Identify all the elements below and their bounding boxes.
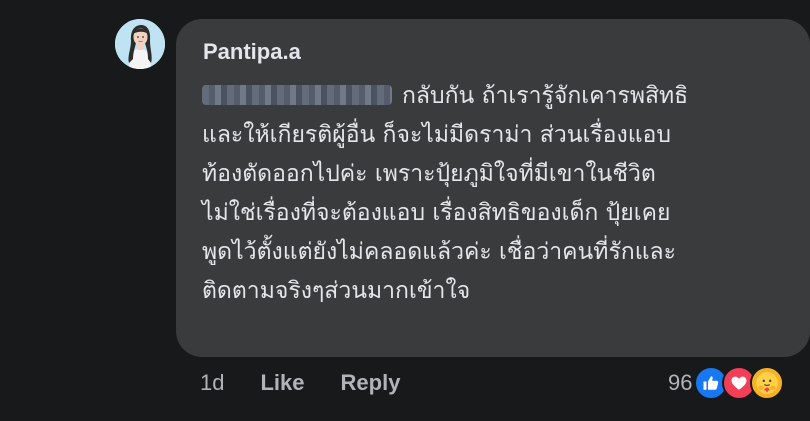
comment-line-text: กลับกัน ถ้าเรารู้จักเคารพสิทธิ — [402, 83, 689, 109]
comment-line-6: ติดตามจริงๆส่วนมากเข้าใจ — [202, 278, 471, 304]
comment-line-5: พูดไว้ตั้งแต่ยังไม่คลอดแล้วค่ะ เชื่อว่าค… — [202, 239, 676, 265]
blurred-mention-tag[interactable] — [202, 84, 392, 105]
reaction-summary[interactable]: 96 — [668, 366, 785, 400]
comment-screen: Pantipa.a กลับกัน ถ้าเรารู้จักเคารพสิทธิ… — [0, 0, 810, 421]
comment-actions: 1d Like Reply — [200, 368, 436, 398]
comment-line-4: ไม่ใช่เรื่องที่จะต้องแอบ เรื่องสิทธิของเ… — [202, 200, 671, 226]
comment-bubble: Pantipa.a กลับกัน ถ้าเรารู้จักเคารพสิทธิ… — [176, 19, 810, 357]
comment-line-1: กลับกัน ถ้าเรารู้จักเคารพสิทธิ — [202, 77, 802, 116]
comment-author[interactable]: Pantipa.a — [203, 39, 301, 65]
avatar-image — [115, 19, 165, 69]
comment-text: กลับกัน ถ้าเรารู้จักเคารพสิทธิ และให้เกี… — [202, 77, 802, 311]
comment-timestamp[interactable]: 1d — [200, 370, 224, 396]
comment-line-2: และให้เกียรติผู้อื่น ก็จะไม่มีดราม่า ส่ว… — [202, 122, 671, 148]
like-button[interactable]: Like — [260, 370, 304, 396]
avatar[interactable] — [115, 19, 165, 69]
reaction-count: 96 — [668, 370, 693, 395]
care-icon — [750, 366, 785, 400]
comment-line-3: ท้องตัดออกไปค่ะ เพราะปุ้ยภูมิใจที่มีเขาใ… — [202, 161, 656, 187]
reply-button[interactable]: Reply — [341, 370, 401, 396]
